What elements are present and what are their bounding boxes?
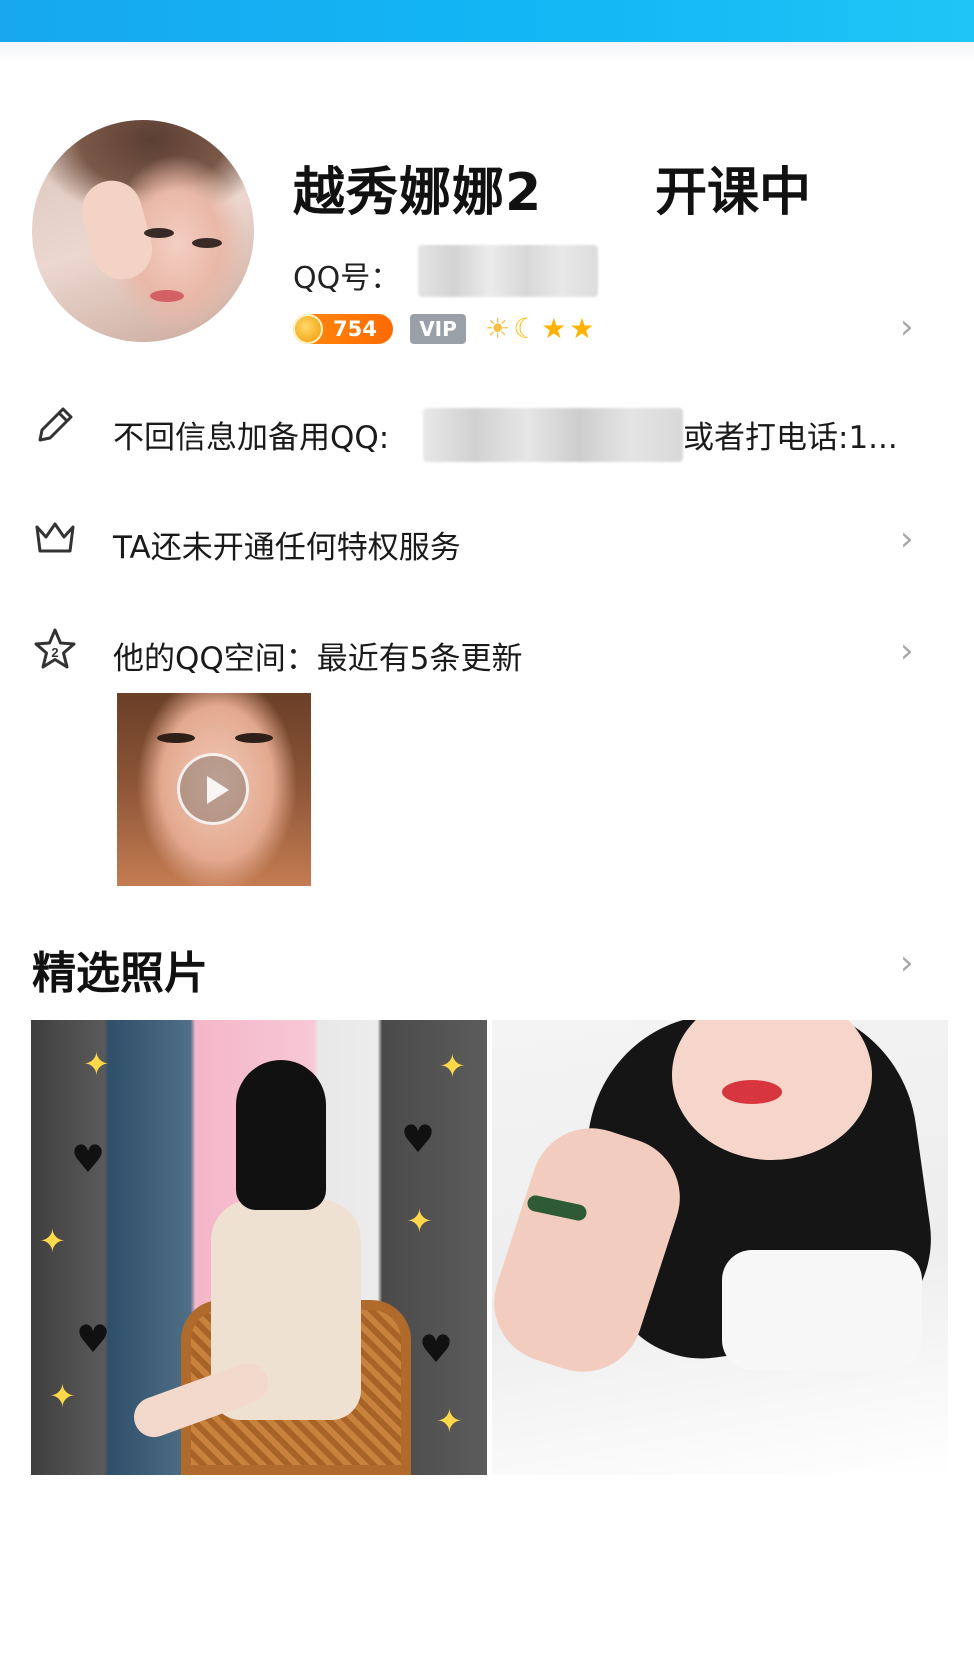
- chevron-right-icon[interactable]: ›: [900, 522, 914, 556]
- star-icon: ★: [541, 312, 567, 345]
- crown-icon: [35, 522, 75, 553]
- coin-badge[interactable]: 754: [293, 314, 393, 344]
- privilege-text[interactable]: TA还未开通任何特权服务: [113, 522, 461, 567]
- coin-count: 754: [333, 317, 377, 341]
- qq-level-icons[interactable]: ☀ ☾ ★ ★: [485, 313, 594, 345]
- profile-name: 越秀娜娜2: [293, 163, 543, 223]
- profile-status: 开课中: [655, 163, 812, 223]
- chevron-right-icon[interactable]: ›: [900, 946, 914, 980]
- svg-text:2: 2: [51, 645, 58, 660]
- play-icon[interactable]: [177, 753, 249, 825]
- sparkle-icon: ✦: [49, 1377, 76, 1415]
- heart-icon: ♥: [76, 1317, 111, 1361]
- star-icon: 2: [34, 628, 76, 669]
- chevron-right-icon[interactable]: ›: [900, 310, 914, 344]
- qzone-text[interactable]: 他的QQ空间：最近有5条更新: [113, 633, 523, 678]
- qzone-video-thumbnail[interactable]: [117, 693, 311, 886]
- top-bar: [0, 0, 974, 42]
- sparkle-icon: ✦: [439, 1047, 466, 1085]
- sparkle-icon: ✦: [39, 1222, 66, 1260]
- qq-number-label: QQ号：: [293, 261, 401, 296]
- sparkle-icon: ✦: [83, 1045, 110, 1083]
- qq-number-redacted: [418, 245, 598, 297]
- profile-page: 越秀娜娜2 开课中 QQ号： 754 VIP ☀ ☾ ★ ★ › 不回信息加备用…: [0, 0, 974, 1657]
- signature-suffix[interactable]: 或者打电话:1...: [683, 412, 898, 457]
- chevron-right-icon[interactable]: ›: [900, 634, 914, 668]
- sparkle-icon: ✦: [406, 1202, 433, 1240]
- sparkle-icon: ✦: [436, 1402, 463, 1440]
- sun-icon: ☀: [485, 312, 511, 345]
- heart-icon: ♥: [419, 1327, 454, 1371]
- pencil-icon: [38, 407, 73, 442]
- featured-photo-1[interactable]: ✦ ✦ ✦ ✦ ✦ ✦ ♥ ♥ ♥ ♥: [31, 1020, 487, 1475]
- heart-icon: ♥: [401, 1117, 436, 1161]
- featured-photos-title: 精选照片: [32, 948, 208, 999]
- signature-redacted: [423, 408, 683, 462]
- featured-photo-2[interactable]: [492, 1020, 948, 1475]
- vip-badge[interactable]: VIP: [410, 314, 466, 344]
- heart-icon: ♥: [71, 1137, 106, 1181]
- star-icon: ★: [569, 312, 595, 345]
- avatar[interactable]: [32, 120, 254, 342]
- coin-icon: [293, 314, 323, 344]
- moon-icon: ☾: [513, 312, 539, 345]
- signature-text[interactable]: 不回信息加备用QQ:: [113, 412, 389, 457]
